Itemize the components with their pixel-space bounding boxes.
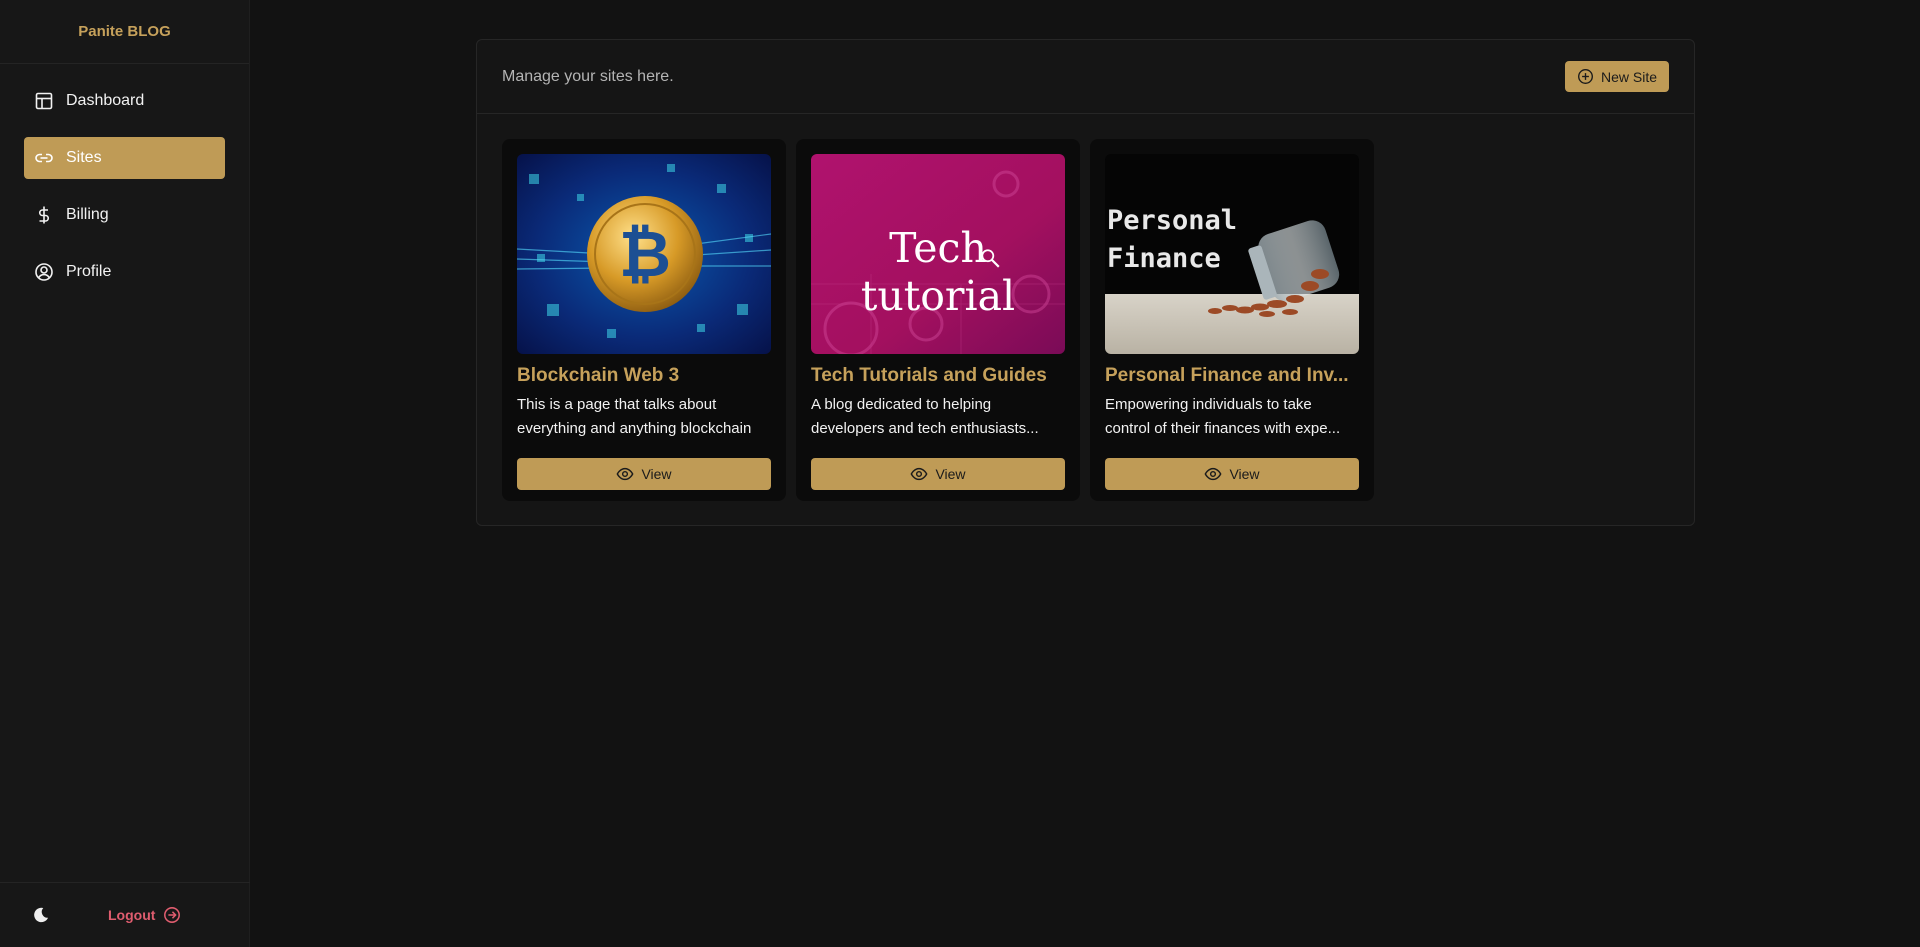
view-label: View bbox=[1229, 466, 1260, 482]
user-circle-icon bbox=[34, 262, 54, 282]
link-icon bbox=[34, 148, 54, 168]
magnifier-icon bbox=[981, 249, 1000, 268]
site-description: A blog dedicated to helping developers a… bbox=[811, 396, 1039, 437]
view-site-button[interactable]: View bbox=[1105, 458, 1359, 490]
app-root: Panite BLOG Dashboard Sites Billing Prof… bbox=[0, 0, 1920, 947]
view-site-button[interactable]: View bbox=[811, 458, 1065, 490]
sidebar-item-billing[interactable]: Billing bbox=[24, 194, 225, 236]
sidebar-item-label: Dashboard bbox=[66, 92, 145, 109]
sidebar-item-label: Profile bbox=[66, 263, 112, 280]
sidebar-footer: Logout bbox=[0, 882, 250, 947]
site-title: Tech Tutorials and Guides bbox=[811, 365, 1047, 386]
image-overlay-text: Personal Finance bbox=[1105, 202, 1359, 278]
logout-button[interactable]: Logout bbox=[108, 906, 181, 924]
bitcoin-image[interactable]: ₿ bbox=[517, 154, 771, 354]
sidebar-item-sites[interactable]: Sites bbox=[24, 137, 225, 179]
sidebar-item-label: Billing bbox=[66, 206, 109, 223]
logout-label: Logout bbox=[108, 907, 156, 923]
image-text-line: Finance bbox=[1107, 243, 1221, 274]
tech-tutorial-image[interactable]: Tech tutorial bbox=[811, 154, 1065, 354]
site-title: Personal Finance and Inv... bbox=[1105, 365, 1349, 386]
view-label: View bbox=[935, 466, 966, 482]
arrow-right-circle-icon bbox=[164, 907, 181, 923]
eye-icon bbox=[616, 467, 634, 481]
eye-icon bbox=[910, 467, 928, 481]
eye-icon bbox=[1204, 467, 1222, 481]
new-site-label: New Site bbox=[1600, 68, 1657, 85]
moon-icon bbox=[34, 907, 49, 923]
sidebar-item-profile[interactable]: Profile bbox=[24, 251, 225, 293]
sites-panel: Manage your sites here. New Site ₿ Block… bbox=[476, 39, 1695, 526]
sidebar-item-label: Sites bbox=[66, 149, 102, 166]
site-card-list: ₿ Blockchain Web 3 This is a page that t… bbox=[477, 114, 1694, 501]
layout-icon bbox=[34, 91, 54, 111]
sidebar-nav: Dashboard Sites Billing Profile bbox=[0, 64, 249, 293]
dollar-icon bbox=[34, 205, 54, 225]
coin-jar-image[interactable]: Personal Finance bbox=[1105, 154, 1359, 354]
view-site-button[interactable]: View bbox=[517, 458, 771, 490]
sidebar-item-dashboard[interactable]: Dashboard bbox=[24, 80, 225, 122]
site-card: ₿ Blockchain Web 3 This is a page that t… bbox=[502, 139, 786, 501]
site-description: This is a page that talks about everythi… bbox=[517, 396, 752, 437]
svg-text:₿: ₿ bbox=[619, 218, 671, 292]
new-site-button[interactable]: New Site bbox=[1564, 61, 1669, 92]
sidebar: Panite BLOG Dashboard Sites Billing Prof… bbox=[0, 0, 250, 947]
image-overlay-text: Tech tutorial bbox=[860, 224, 1016, 320]
site-description: Empowering individuals to take control o… bbox=[1105, 396, 1341, 437]
theme-toggle-button[interactable] bbox=[30, 904, 52, 926]
panel-subtitle: Manage your sites here. bbox=[502, 67, 674, 85]
brand-logo[interactable]: Panite BLOG bbox=[0, 0, 249, 64]
site-card: Personal Finance Personal Finance and In… bbox=[1090, 139, 1374, 501]
site-card: Tech tutorial Tech Tutorials and Guides … bbox=[796, 139, 1080, 501]
image-text-line: Personal bbox=[1107, 205, 1238, 236]
view-label: View bbox=[641, 466, 672, 482]
site-title: Blockchain Web 3 bbox=[517, 365, 680, 386]
plus-circle-icon bbox=[1577, 69, 1593, 84]
panel-header: Manage your sites here. New Site bbox=[477, 40, 1694, 114]
